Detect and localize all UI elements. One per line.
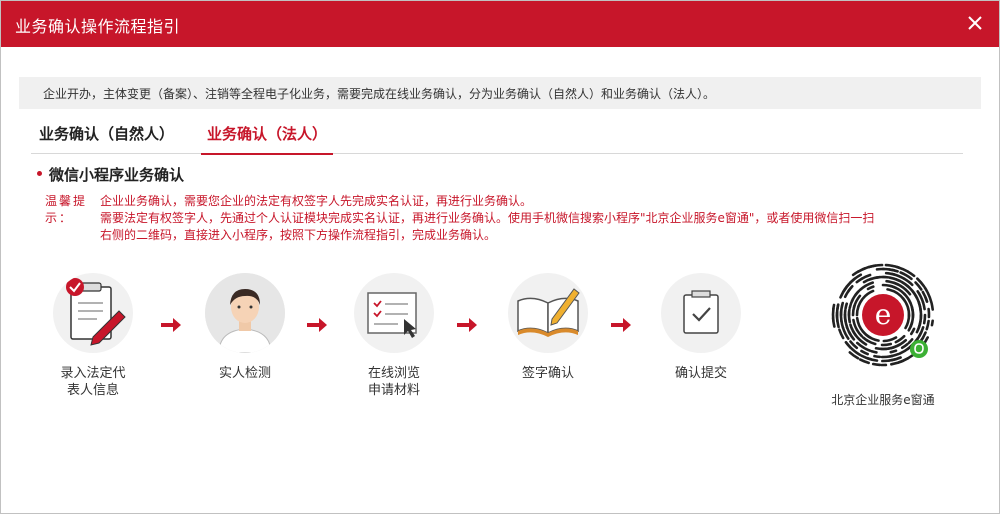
notice-text: 企业开办，主体变更（备案）、注销等全程电子化业务，需要完成在线业务确认，分为业务… (43, 87, 716, 101)
step-label: 实人检测 (218, 366, 271, 381)
document-browse-cursor-icon (354, 273, 434, 353)
step-enter-info: 录入法定代 表人信息 (33, 273, 153, 399)
tab-legal-person[interactable]: 业务确认（法人） (200, 123, 334, 155)
arrow-right-icon (307, 318, 327, 332)
section-bullet (37, 171, 42, 176)
dialog-title: 业务确认操作流程指引 (15, 17, 181, 36)
tab-natural-person[interactable]: 业务确认（自然人） (39, 123, 174, 151)
close-icon[interactable] (965, 13, 985, 33)
dialog-titlebar: 业务确认操作流程指引 (1, 1, 999, 47)
step-label: 签字确认 (521, 366, 574, 381)
tip-body: 企业业务确认，需要您企业的法定有权签字人先完成实名认证，再进行业务确认。 需要法… (100, 193, 960, 244)
step-face-verify: 实人检测 (185, 273, 305, 382)
qr-label: 北京企业服务e窗通 (831, 393, 935, 407)
step-submit: 确认提交 (641, 273, 761, 382)
arrow-right-icon (611, 318, 631, 332)
step-label: 录入法定代 表人信息 (60, 366, 126, 398)
qr-code[interactable]: e (827, 259, 939, 371)
notice-banner: 企业开办，主体变更（备案）、注销等全程电子化业务，需要完成在线业务确认，分为业务… (19, 77, 981, 109)
open-book-pencil-icon (508, 273, 588, 353)
section-title-text: 微信小程序业务确认 (49, 166, 185, 184)
tip-line: 企业业务确认，需要您企业的法定有权签字人先完成实名认证，再进行业务确认。 (100, 194, 533, 208)
checkmark-box-icon (661, 273, 741, 353)
step-sign-confirm: 签字确认 (488, 273, 608, 382)
arrow-right-icon (457, 318, 477, 332)
arrow-right-icon (161, 318, 181, 332)
clipboard-check-pen-icon (53, 273, 133, 353)
person-avatar-icon (205, 273, 285, 353)
wechat-mini-program-badge-icon (910, 340, 928, 358)
step-label: 确认提交 (674, 366, 727, 381)
tip-line: 右侧的二维码，直接进入小程序，按照下方操作流程指引，完成业务确认。 (100, 228, 497, 242)
section-title: 微信小程序业务确认 (37, 164, 184, 185)
tab-bar: 业务确认（自然人） 业务确认（法人） (31, 119, 963, 155)
e-window-logo-icon: e (862, 294, 904, 336)
step-label: 在线浏览 申请材料 (367, 366, 420, 398)
tip-line: 需要法定有权签字人，先通过个人认证模块完成实名认证，再进行业务确认。使用手机微信… (100, 211, 875, 225)
dialog: 业务确认操作流程指引 企业开办，主体变更（备案）、注销等全程电子化业务，需要完成… (0, 0, 1000, 514)
tip-label: 温馨提示： (45, 194, 88, 225)
step-browse-materials: 在线浏览 申请材料 (334, 273, 454, 399)
qr-logo-letter: e (875, 298, 892, 331)
